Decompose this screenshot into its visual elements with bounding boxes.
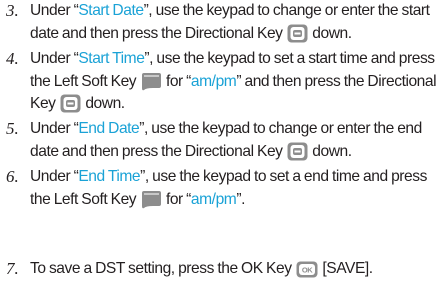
step-end-date: 5. Under “End Date”, use the keypad to c… bbox=[0, 118, 448, 163]
directional-key-icon bbox=[287, 142, 308, 161]
step-text: ”. bbox=[236, 190, 245, 208]
step-end-time: 6. Under “End Time”, use the keypad to s… bbox=[0, 166, 448, 211]
am-pm-label: am/pm bbox=[190, 190, 237, 208]
step-number: 4. bbox=[6, 49, 19, 68]
step-save: 7. To save a DST setting, press the OK K… bbox=[0, 258, 375, 281]
step-text: for “ bbox=[165, 72, 191, 90]
step-text: Under “ bbox=[30, 2, 79, 19]
step-number: 6. bbox=[6, 167, 19, 186]
step-text: Under “ bbox=[30, 120, 79, 137]
step-number: 7. bbox=[6, 259, 19, 278]
ok-key-label: OK bbox=[302, 266, 313, 275]
step-text: To save a DST setting, press the OK Key bbox=[30, 260, 292, 277]
step-text: down. bbox=[312, 24, 352, 42]
ok-key-icon: OK bbox=[296, 261, 318, 278]
field-name: Start Date bbox=[78, 2, 144, 19]
step-text: [SAVE]. bbox=[322, 260, 373, 277]
am-pm-label: am/pm bbox=[190, 72, 237, 90]
step-text: Under “ bbox=[30, 168, 79, 185]
step-text: for “ bbox=[165, 190, 191, 208]
step-number: 5. bbox=[6, 119, 19, 138]
field-name: Start Time bbox=[78, 50, 145, 67]
field-name: End Date bbox=[78, 120, 140, 137]
left-soft-key-icon bbox=[141, 72, 162, 91]
directional-key-icon bbox=[60, 94, 81, 113]
left-soft-key-icon bbox=[141, 190, 162, 209]
directional-key-icon bbox=[287, 24, 308, 43]
step-text: down. bbox=[85, 95, 125, 112]
step-text: down. bbox=[312, 142, 352, 160]
field-name: End Time bbox=[78, 168, 141, 185]
step-number: 3. bbox=[6, 1, 19, 20]
step-start-date: 3. Under “Start Date”, use the keypad to… bbox=[0, 0, 448, 45]
step-text: Under “ bbox=[30, 50, 79, 67]
step-start-time: 4. Under “Start Time”, use the keypad to… bbox=[0, 48, 448, 116]
